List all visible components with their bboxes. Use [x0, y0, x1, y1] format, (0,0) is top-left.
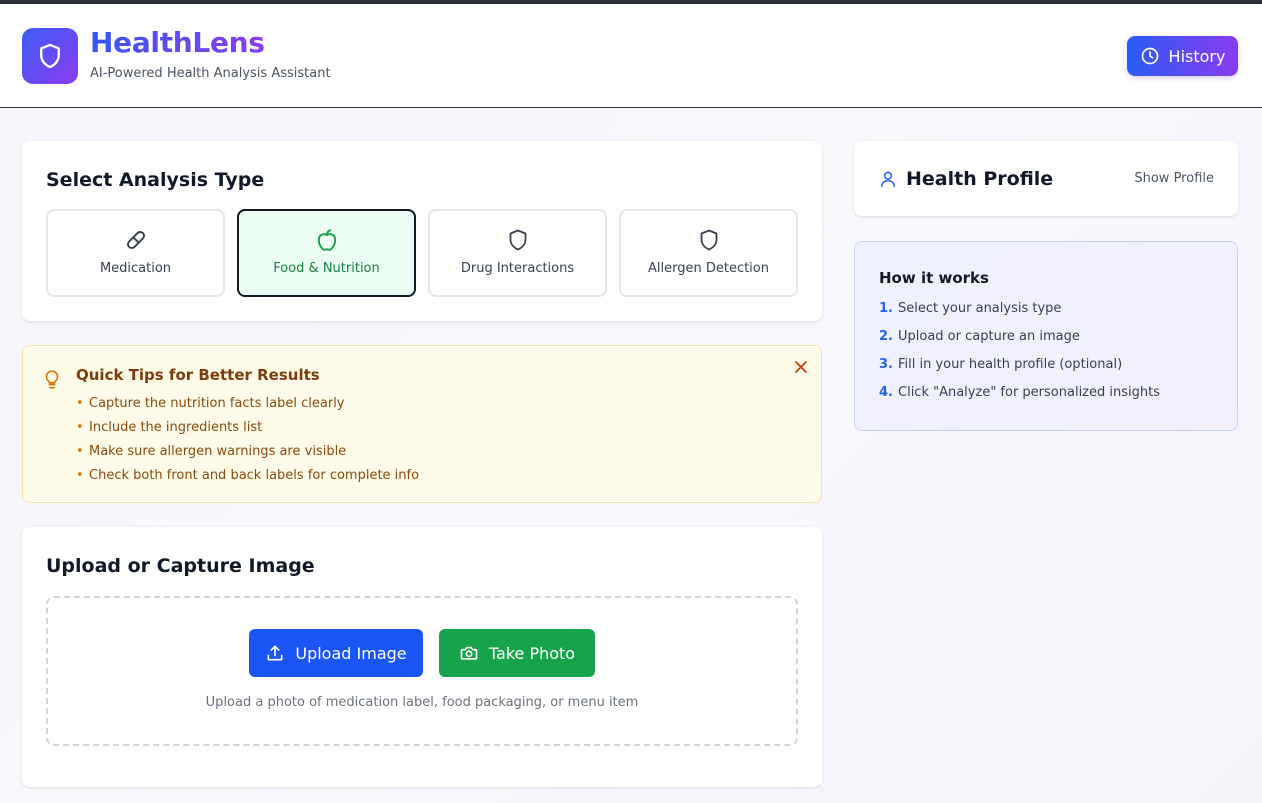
- quick-tips-list: • Capture the nutrition facts label clear…: [76, 396, 419, 492]
- how-it-works-steps: 1. Select your analysis type 2. Upload or …: [879, 301, 1160, 413]
- show-profile-toggle[interactable]: Show Profile: [1134, 171, 1214, 186]
- pill-icon: [126, 231, 145, 249]
- history-button[interactable]: History: [1127, 36, 1238, 76]
- analysis-type-title: Select Analysis Type: [46, 169, 265, 191]
- list-item: 3. Fill in your health profile (optional): [879, 357, 1123, 372]
- quick-tips-title: Quick Tips for Better Results: [76, 366, 320, 384]
- analysis-type-label: Medication: [99, 261, 172, 276]
- close-icon[interactable]: [794, 360, 808, 374]
- take-photo-label: Take Photo: [488, 643, 576, 663]
- list-item: • Include the ingredients list: [76, 420, 263, 435]
- how-it-works-title: How it works: [879, 269, 989, 287]
- app-subtitle: AI-Powered Health Analysis Assistant: [90, 66, 331, 81]
- how-it-works-panel: How it works 1. Select your analysis type…: [854, 241, 1238, 431]
- health-profile-title: Health Profile: [906, 168, 1054, 190]
- user-icon: [881, 171, 895, 188]
- lightbulb-icon: [45, 370, 59, 389]
- shield-icon: [40, 43, 60, 69]
- analysis-type-drug-interactions[interactable]: Drug Interactions: [428, 209, 607, 297]
- upload-dropzone[interactable]: Upload Image Take Photo Upload a photo o…: [46, 596, 798, 746]
- quick-tips-panel: Quick Tips for Better Results • Capture t…: [22, 345, 822, 503]
- list-item: • Make sure allergen warnings are visible: [76, 444, 347, 459]
- clock-icon: [1141, 47, 1158, 65]
- upload-hint: Upload a photo of medication label, food…: [205, 695, 639, 710]
- list-item: • Capture the nutrition facts label clear…: [76, 396, 345, 411]
- app-title: HealthLens: [90, 26, 265, 59]
- list-item: 2. Upload or capture an image: [879, 329, 1080, 344]
- upload-image-button[interactable]: Upload Image: [249, 629, 423, 677]
- analysis-type-label: Food & Nutrition: [273, 261, 380, 276]
- apple-icon: [317, 229, 336, 251]
- list-item: • Check both front and back labels for co…: [76, 468, 420, 483]
- upload-image-label: Upload Image: [295, 643, 407, 663]
- analysis-type-label: Allergen Detection: [647, 261, 769, 276]
- history-button-label: History: [1168, 46, 1226, 66]
- upload-card: Upload or Capture Image Upload Image Tak…: [22, 527, 822, 787]
- take-photo-button[interactable]: Take Photo: [439, 629, 595, 677]
- analysis-type-food-nutrition[interactable]: Food & Nutrition: [237, 209, 416, 297]
- health-profile-card: Health Profile Show Profile: [854, 141, 1238, 216]
- shield-icon: [509, 229, 526, 251]
- analysis-type-label: Drug Interactions: [460, 261, 575, 276]
- shield-icon: [700, 229, 717, 251]
- analysis-type-allergen-detection[interactable]: Allergen Detection: [619, 209, 798, 297]
- analysis-type-card: Select Analysis Type Medication Food & N…: [22, 141, 822, 321]
- upload-title: Upload or Capture Image: [46, 555, 315, 577]
- upload-icon: [267, 645, 283, 661]
- app-logo: [22, 28, 78, 84]
- list-item: 4. Click "Analyze" for personalized insig…: [879, 385, 1160, 400]
- app-header: HealthLens AI-Powered Health Analysis As…: [0, 4, 1262, 108]
- camera-icon: [460, 646, 478, 660]
- list-item: 1. Select your analysis type: [879, 301, 1062, 316]
- analysis-type-medication[interactable]: Medication: [46, 209, 225, 297]
